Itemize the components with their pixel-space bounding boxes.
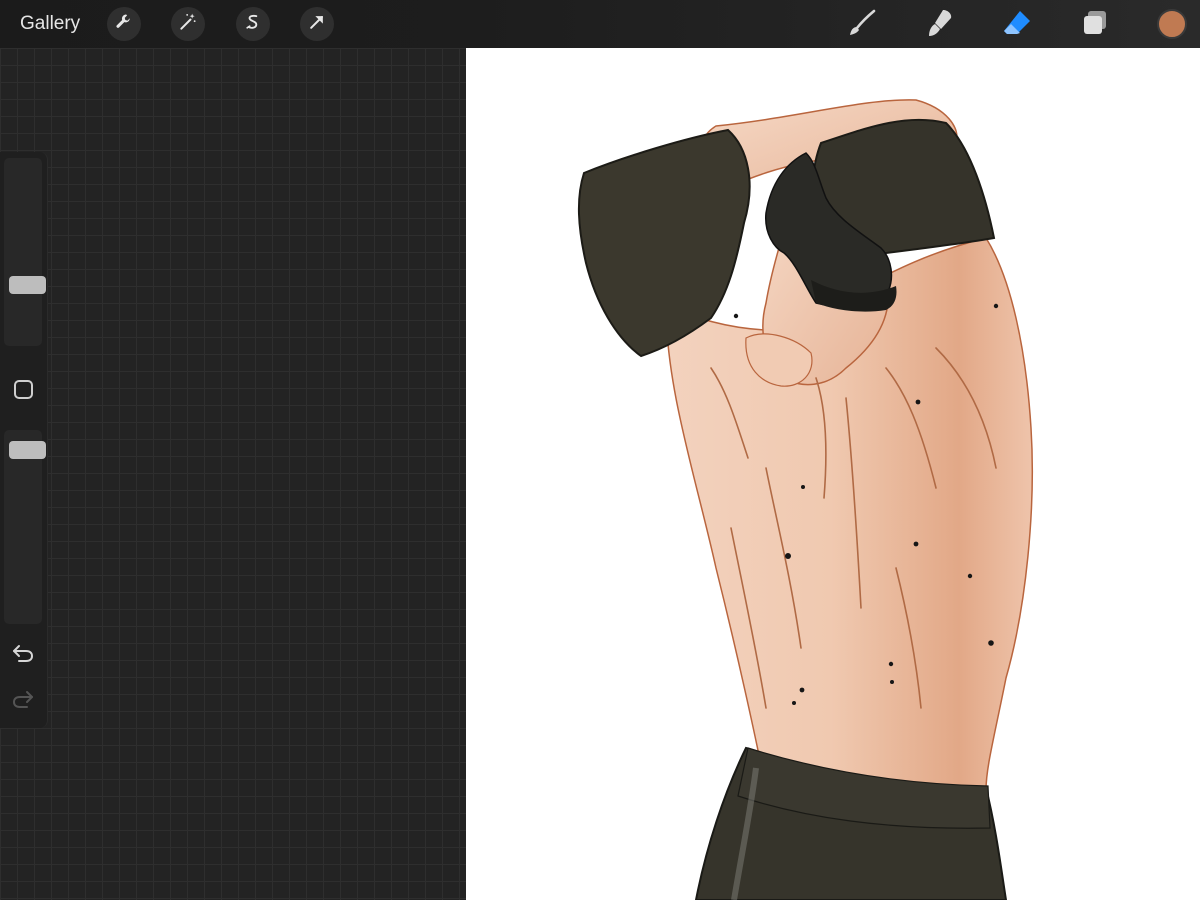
- actions-button[interactable]: [107, 7, 141, 41]
- gallery-button[interactable]: Gallery: [20, 12, 80, 36]
- procreate-app: Gallery: [0, 0, 1200, 900]
- magic-wand-icon: [178, 12, 198, 37]
- smudge-icon: [923, 7, 955, 44]
- drawing-canvas[interactable]: [466, 48, 1200, 900]
- square-modify-icon[interactable]: [14, 380, 33, 399]
- adjustments-button[interactable]: [171, 7, 205, 41]
- wrench-icon: [114, 12, 134, 37]
- selection-s-icon: [243, 12, 263, 37]
- layers-tool[interactable]: [1078, 8, 1112, 42]
- smudge-tool[interactable]: [922, 8, 956, 42]
- layers-icon: [1079, 7, 1111, 44]
- brush-size-slider[interactable]: [4, 158, 46, 346]
- redo-icon[interactable]: [11, 688, 35, 710]
- opacity-slider[interactable]: [4, 430, 46, 624]
- opacity-thumb[interactable]: [9, 440, 46, 459]
- color-picker-swatch[interactable]: [1157, 9, 1187, 39]
- selection-button[interactable]: [236, 7, 270, 41]
- top-toolbar: Gallery: [0, 0, 1200, 48]
- left-sidebar: [0, 152, 48, 728]
- brush-icon: [846, 7, 878, 44]
- arrow-cursor-icon: [307, 12, 327, 37]
- workspace-grid: [0, 48, 466, 900]
- undo-icon[interactable]: [11, 642, 35, 664]
- brush-size-thumb[interactable]: [9, 276, 46, 295]
- transform-button[interactable]: [300, 7, 334, 41]
- left-sleeve: [577, 128, 751, 358]
- artwork: [577, 99, 1034, 900]
- eraser-tool[interactable]: [1000, 8, 1034, 42]
- eraser-icon: [1001, 7, 1033, 44]
- brush-tool[interactable]: [845, 8, 879, 42]
